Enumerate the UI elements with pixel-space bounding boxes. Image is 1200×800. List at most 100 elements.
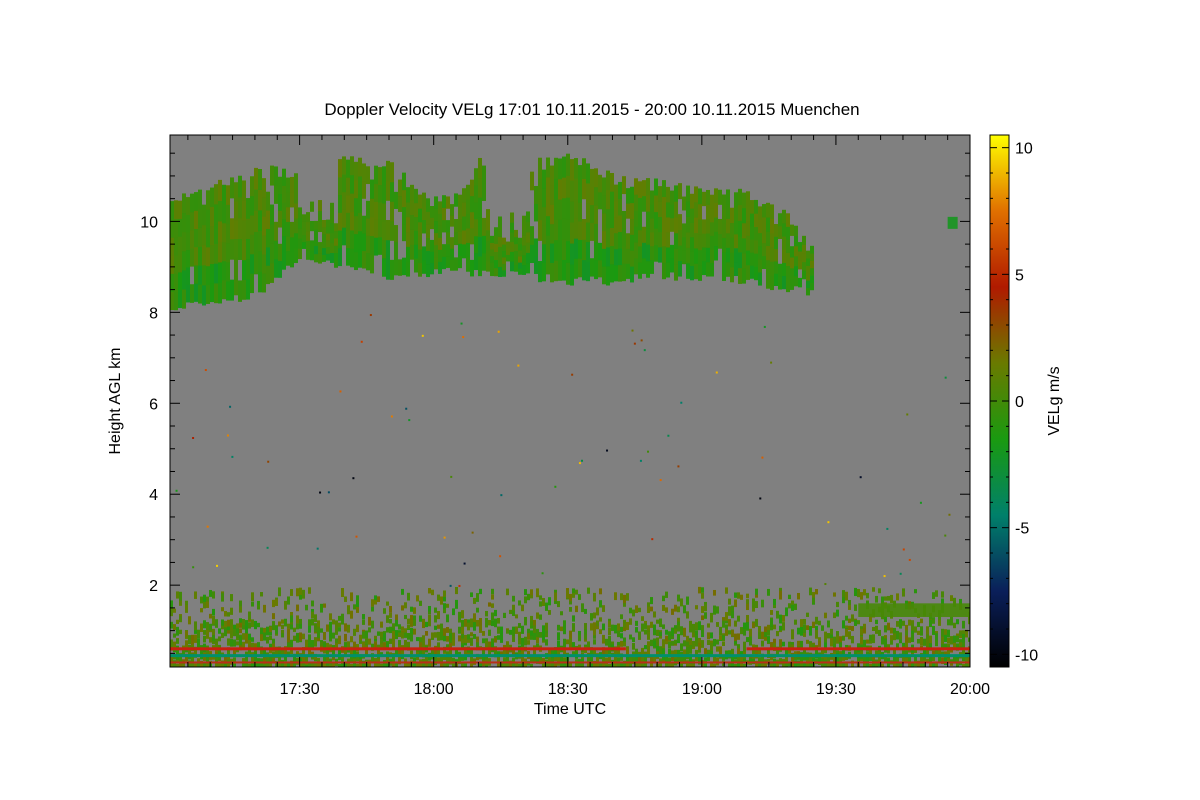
cloud-cell xyxy=(254,231,258,254)
cloud-cell xyxy=(266,265,270,285)
cloud-cell xyxy=(458,206,462,220)
boundary-cell xyxy=(488,629,491,636)
cloud-cell xyxy=(202,284,206,306)
boundary-cell xyxy=(896,630,899,640)
cloud-cell xyxy=(662,180,666,198)
cloud-cell xyxy=(338,176,342,196)
boundary-cell xyxy=(593,629,596,636)
boundary-cell xyxy=(842,620,845,629)
isolated-echo xyxy=(680,401,683,404)
cloud-cell xyxy=(742,222,746,239)
isolated-echo xyxy=(667,434,670,437)
boundary-cell xyxy=(596,620,599,627)
boundary-cell xyxy=(731,656,734,662)
y-tick-label: 6 xyxy=(149,396,158,413)
boundary-cell xyxy=(935,633,938,641)
cloud-cell xyxy=(398,259,402,276)
cloud-cell xyxy=(606,208,610,229)
boundary-cell xyxy=(212,608,215,616)
boundary-cell xyxy=(578,634,581,642)
boundary-cell xyxy=(368,627,371,633)
cloud-cell xyxy=(278,193,282,211)
boundary-cell xyxy=(944,643,947,648)
boundary-cell xyxy=(944,634,947,642)
cloud-cell xyxy=(530,244,534,264)
cloud-cell xyxy=(662,196,666,214)
cloud-cell xyxy=(266,228,270,248)
cloud-cell xyxy=(250,215,254,235)
boundary-cell xyxy=(815,589,818,595)
boundary-cell xyxy=(251,592,254,599)
cloud-cell xyxy=(582,239,586,261)
cloud-cell xyxy=(298,207,302,219)
boundary-cell xyxy=(629,618,632,625)
cloud-cell xyxy=(282,218,286,237)
boundary-cell xyxy=(692,640,695,648)
cloud-cell xyxy=(434,208,438,222)
cloud-cell xyxy=(802,253,806,263)
boundary-cell xyxy=(572,627,575,632)
boundary-cell xyxy=(620,614,623,620)
cloud-cell xyxy=(322,226,326,235)
cloud-cell xyxy=(750,226,754,240)
boundary-cell xyxy=(353,604,356,610)
cloud-cell xyxy=(322,254,326,262)
cloud-cell xyxy=(578,220,582,241)
cloud-cell xyxy=(402,257,406,276)
boundary-cell xyxy=(782,622,785,631)
cloud-cell xyxy=(770,261,774,276)
boundary-cell xyxy=(656,619,659,624)
boundary-cell xyxy=(779,614,782,624)
boundary-cell xyxy=(461,619,464,628)
cloud-cell xyxy=(498,226,502,237)
cloud-cell xyxy=(722,223,726,238)
cloud-cell xyxy=(598,242,602,261)
cloud-cell xyxy=(582,259,586,281)
isolated-echo xyxy=(919,501,922,504)
isolated-echo xyxy=(408,419,411,422)
boundary-cell xyxy=(341,588,344,597)
boundary-cell xyxy=(437,611,440,620)
boundary-cell xyxy=(776,610,779,619)
boundary-cell xyxy=(530,663,533,667)
cloud-cell xyxy=(626,233,630,249)
cloud-cell xyxy=(286,192,290,208)
cloud-cell xyxy=(282,202,286,220)
boundary-cell xyxy=(434,615,437,623)
cloud-cell xyxy=(522,235,526,246)
boundary-cell xyxy=(296,633,299,641)
cloud-cell xyxy=(282,252,286,270)
cloud-cell xyxy=(758,232,762,247)
boundary-cell xyxy=(173,624,176,630)
boundary-cell xyxy=(782,641,785,647)
cloud-cell xyxy=(546,215,550,236)
boundary-cell xyxy=(734,592,737,598)
cloud-cell xyxy=(238,217,242,240)
boundary-cell xyxy=(356,595,359,604)
cloud-cell xyxy=(474,185,478,203)
cloud-cell xyxy=(526,211,530,223)
cloud-cell xyxy=(330,252,334,263)
cloud-cell xyxy=(734,220,738,235)
cloud-cell xyxy=(234,182,238,202)
cloud-cell xyxy=(354,215,358,235)
cloud-cell xyxy=(566,197,570,220)
colorbar-tick-label: 5 xyxy=(1015,267,1024,284)
isolated-echo xyxy=(640,339,643,342)
cloud-cell xyxy=(502,269,506,277)
boundary-cell xyxy=(854,604,857,611)
cloud-cell xyxy=(522,264,526,275)
boundary-cell xyxy=(242,625,245,630)
boundary-cell xyxy=(467,634,470,640)
boundary-cell xyxy=(686,641,689,646)
cloud-cell xyxy=(450,204,454,216)
cloud-cell xyxy=(502,263,506,271)
isolated-echo xyxy=(770,361,773,364)
boundary-cell xyxy=(911,662,914,667)
boundary-cell xyxy=(950,595,953,602)
cloud-cell xyxy=(238,280,242,302)
isolated-echo xyxy=(759,497,762,500)
boundary-cell xyxy=(932,626,935,635)
cloud-cell xyxy=(298,227,302,239)
cloud-cell xyxy=(378,236,382,255)
